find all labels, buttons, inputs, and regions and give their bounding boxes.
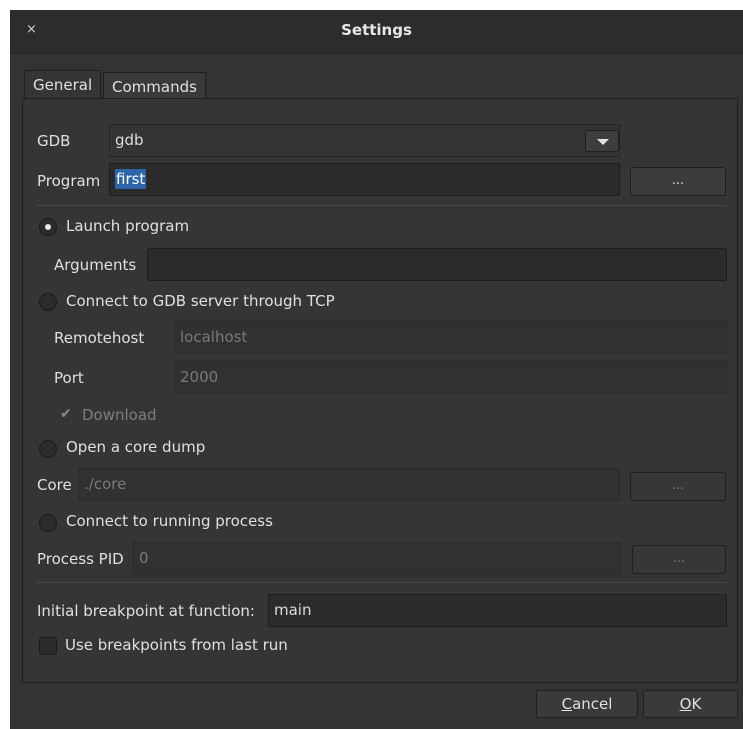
port-input-value: 2000	[180, 368, 219, 386]
remotehost-input-value: localhost	[180, 328, 248, 346]
program-input[interactable]: first	[109, 163, 620, 196]
dialog-title: Settings	[341, 21, 412, 39]
core-dump-label[interactable]: Open a core dump	[66, 438, 205, 456]
tab-general[interactable]: General	[24, 70, 102, 99]
use-last-breakpoints-checkbox[interactable]	[39, 637, 57, 655]
launch-program-label[interactable]: Launch program	[66, 217, 189, 235]
settings-dialog: × Settings General Commands GDB gdb Prog…	[10, 10, 743, 729]
core-dump-radio[interactable]	[39, 440, 57, 458]
core-input[interactable]: ./core	[78, 468, 620, 501]
use-last-breakpoints-label[interactable]: Use breakpoints from last run	[65, 636, 288, 654]
process-pid-input-value: 0	[139, 549, 149, 567]
initial-breakpoint-input[interactable]: main	[268, 594, 727, 627]
gdb-combobox-value: gdb	[115, 131, 144, 149]
remotehost-label: Remotehost	[54, 329, 145, 347]
connect-process-label[interactable]: Connect to running process	[66, 512, 273, 530]
ok-mnemonic: O	[679, 695, 692, 713]
title-bar: × Settings	[10, 10, 743, 54]
general-panel: GDB gdb Program first ... Launch program…	[22, 98, 738, 683]
core-label: Core	[37, 476, 72, 494]
port-input[interactable]: 2000	[174, 361, 727, 394]
ok-label-rest: K	[691, 695, 702, 713]
arguments-input[interactable]	[147, 248, 727, 281]
cancel-label-rest: ancel	[572, 695, 613, 713]
program-browse-button[interactable]: ...	[630, 167, 726, 196]
core-browse-button[interactable]: ...	[630, 472, 726, 501]
checkmark-icon[interactable]: ✔	[60, 406, 72, 422]
connect-tcp-label[interactable]: Connect to GDB server through TCP	[66, 292, 335, 310]
gdb-combobox[interactable]: gdb	[109, 124, 620, 157]
separator	[37, 205, 727, 206]
arguments-label: Arguments	[54, 256, 137, 274]
core-input-value: ./core	[84, 475, 127, 493]
process-pid-label: Process PID	[37, 550, 124, 568]
cancel-button[interactable]: Cancel	[536, 690, 638, 718]
separator	[37, 582, 727, 583]
program-label: Program	[37, 172, 101, 190]
initial-breakpoint-label: Initial breakpoint at function:	[37, 602, 255, 620]
cancel-mnemonic: C	[561, 695, 573, 713]
ok-button[interactable]: OK	[643, 690, 738, 718]
remotehost-input[interactable]: localhost	[174, 321, 727, 354]
process-pid-input[interactable]: 0	[133, 542, 621, 575]
connect-process-radio[interactable]	[39, 514, 57, 532]
connect-tcp-radio[interactable]	[39, 293, 57, 311]
process-browse-button[interactable]: ...	[632, 545, 726, 574]
launch-program-radio[interactable]	[39, 218, 57, 236]
chevron-down-icon[interactable]	[585, 130, 619, 152]
initial-breakpoint-input-value: main	[274, 601, 312, 619]
download-label[interactable]: Download	[82, 406, 157, 424]
port-label: Port	[54, 369, 84, 387]
program-input-value: first	[115, 169, 147, 189]
tab-commands[interactable]: Commands	[103, 72, 206, 100]
gdb-label: GDB	[37, 132, 71, 150]
